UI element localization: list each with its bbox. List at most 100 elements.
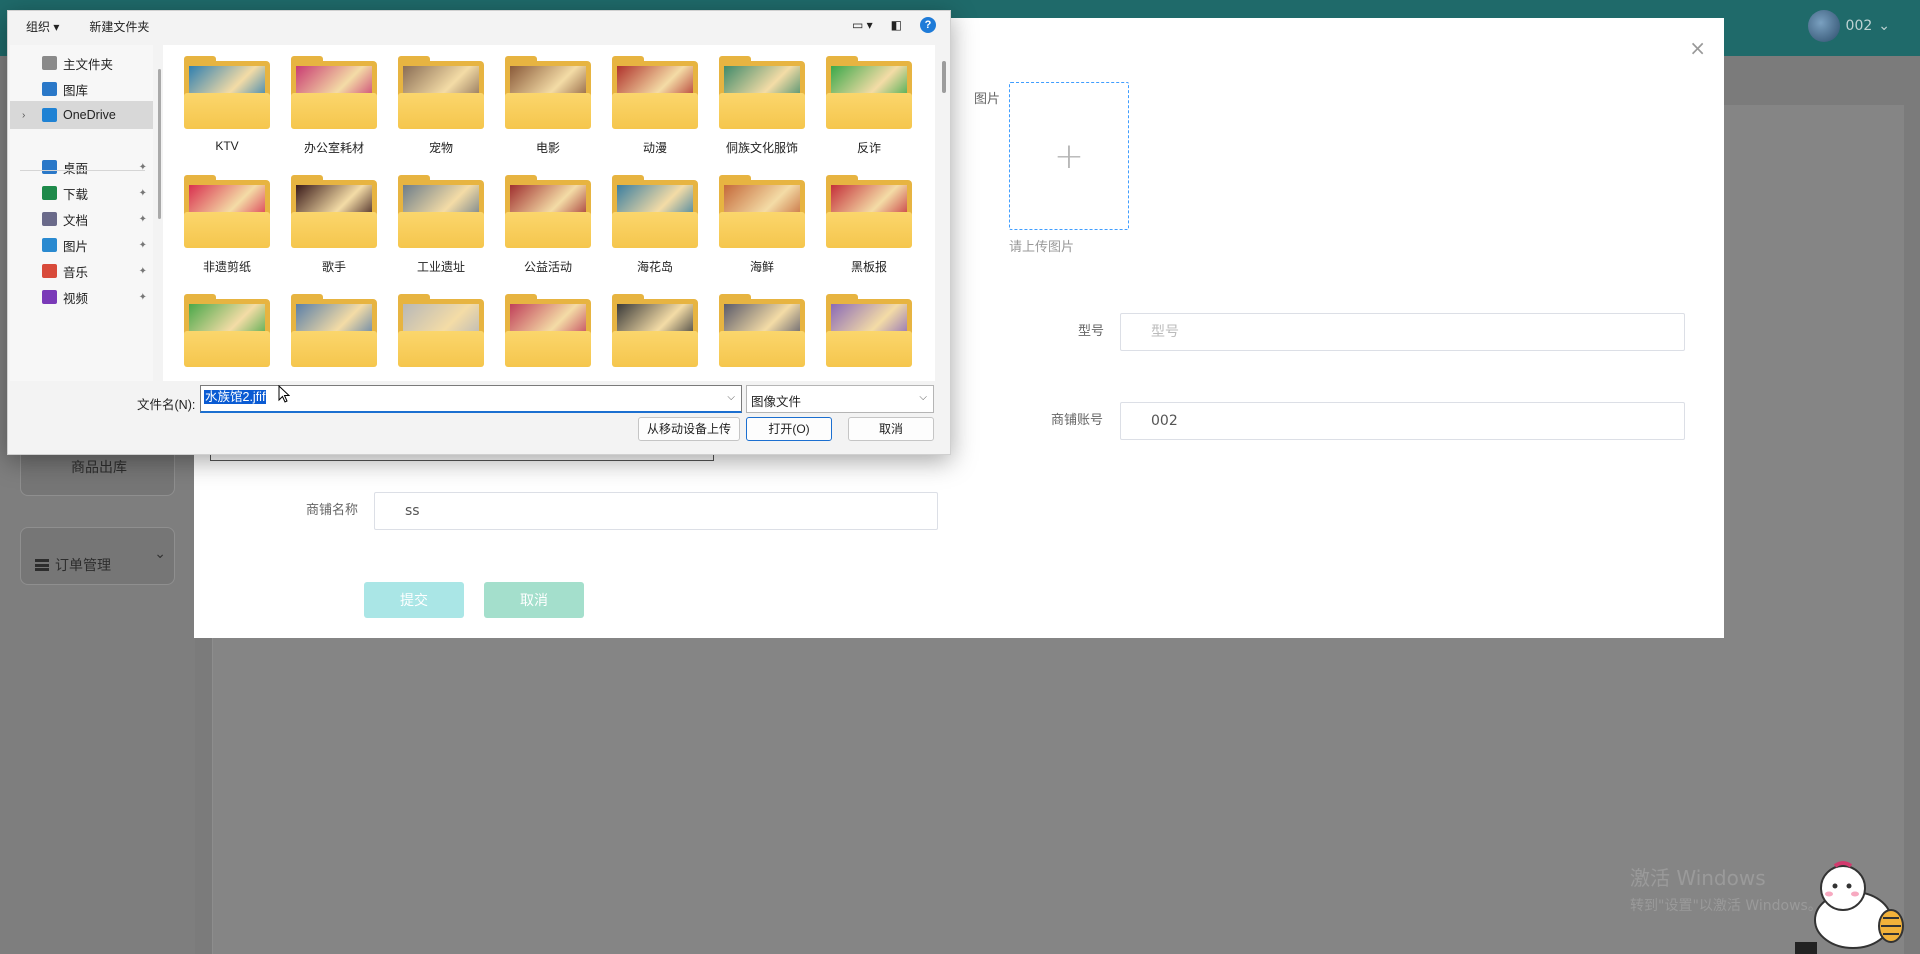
folder-icon <box>291 294 377 369</box>
close-icon[interactable]: × <box>1689 36 1706 60</box>
plus-icon: + <box>1053 135 1085 177</box>
folder-name: 歌手 <box>321 260 346 274</box>
folder-item[interactable]: 电影 <box>491 45 591 157</box>
nav-item-video[interactable]: 视频 ✦ <box>10 283 153 311</box>
folder-icon <box>505 175 591 250</box>
folder-icon <box>719 175 805 250</box>
chevron-right-icon[interactable]: › <box>22 110 25 121</box>
help-icon[interactable]: ? <box>920 17 936 33</box>
new-folder-button[interactable]: 新建文件夹 <box>89 18 149 35</box>
folder-item[interactable]: 黑板报 <box>812 164 912 276</box>
shop-account-label: 商铺账号 <box>1051 413 1104 428</box>
folder-icon <box>184 56 270 131</box>
pin-icon: ✦ <box>138 265 147 277</box>
folder-item[interactable] <box>812 283 912 381</box>
folder-item[interactable]: 歌手 <box>277 164 377 276</box>
folder-item[interactable]: 侗族文化服饰 <box>705 45 805 157</box>
folder-icon <box>826 294 912 369</box>
folder-item[interactable]: 海鲜 <box>705 164 805 276</box>
gallery-icon <box>42 82 57 96</box>
folder-name: 海鲜 <box>749 260 774 274</box>
nav-item-cloud[interactable]: › OneDrive <box>10 101 153 129</box>
open-button[interactable]: 打开(O) <box>746 417 832 441</box>
nav-item-label: 音乐 <box>63 265 89 280</box>
folder-item[interactable] <box>705 283 805 381</box>
folder-icon <box>398 175 484 250</box>
filetype-value: 图像文件 <box>751 395 802 409</box>
user-menu[interactable]: 002 ⌄ <box>1807 10 1890 42</box>
folder-item[interactable]: 公益活动 <box>491 164 591 276</box>
nav-item-label: 主文件夹 <box>63 57 114 72</box>
menu-item-orders[interactable]: 订单管理 ⌄ <box>20 527 175 585</box>
nav-item-label: 桌面 <box>63 161 89 176</box>
pin-icon: ✦ <box>138 213 147 225</box>
file-list: KTV 办公室耗材 宠物 电影 动漫 侗族文化服饰 反诈非遗剪纸 歌手 工业遗址 公益活动 海花岛 海… <box>163 45 935 381</box>
pin-icon: ✦ <box>138 239 147 251</box>
folder-icon <box>291 175 377 250</box>
folder-icon <box>505 294 591 369</box>
folder-item[interactable]: 海花岛 <box>598 164 698 276</box>
folder-icon <box>612 294 698 369</box>
view-icon[interactable]: ▭ ▾ <box>852 18 873 32</box>
nav-item-download[interactable]: 下载 ✦ <box>10 179 153 207</box>
shop-account-input[interactable]: 002 <box>1120 402 1685 440</box>
mascot-sticker-icon <box>1795 861 1904 954</box>
folder-item[interactable]: KTV <box>170 45 270 157</box>
nav-scrollbar[interactable] <box>158 69 161 219</box>
nav-item-label: 视频 <box>63 291 89 306</box>
cancel-button[interactable]: 取消 <box>484 582 584 618</box>
image-upload[interactable]: + <box>1009 82 1129 230</box>
upload-hint: 请上传图片 <box>1009 240 1075 255</box>
nav-item-home[interactable]: 主文件夹 <box>10 49 153 77</box>
nav-item-pictures[interactable]: 图片 ✦ <box>10 231 153 259</box>
folder-item[interactable] <box>384 283 484 381</box>
folder-name: 动漫 <box>642 141 667 155</box>
dialog-toolbar: 组织 ▾ 新建文件夹 ▭ ▾ ◧ ? <box>8 11 950 41</box>
folder-item[interactable] <box>491 283 591 381</box>
submit-button[interactable]: 提交 <box>364 582 464 618</box>
nav-item-music[interactable]: 音乐 ✦ <box>10 257 153 285</box>
folder-item[interactable] <box>598 283 698 381</box>
image-label: 图片 <box>974 92 1001 107</box>
nav-item-label: 下载 <box>63 187 89 202</box>
folder-name: 海花岛 <box>636 260 673 274</box>
video-icon <box>42 290 57 304</box>
avatar <box>1807 10 1840 42</box>
watermark-subtitle: 转到"设置"以激活 Windows。 <box>1630 898 1822 914</box>
navigation-pane: 主文件夹 图库 › OneDrive 桌面 ✦ 下载 ✦ 文档 ✦ 图片 ✦ 音乐 ✦ 视频 ✦ <box>10 45 153 381</box>
shop-name-input[interactable]: ss <box>374 492 938 530</box>
filename-label: 文件名(N): <box>137 398 196 412</box>
folder-name: 办公室耗材 <box>303 141 364 155</box>
folder-item[interactable] <box>170 283 270 381</box>
folder-item[interactable]: 宠物 <box>384 45 484 157</box>
folder-icon <box>719 56 805 131</box>
nav-item-label: OneDrive <box>63 108 116 122</box>
mobile-upload-button[interactable]: 从移动设备上传 <box>638 417 740 441</box>
folder-icon <box>612 56 698 131</box>
chevron-down-icon: ⌄ <box>154 546 166 562</box>
folder-item[interactable]: 反诈 <box>812 45 912 157</box>
folder-name: 黑板报 <box>850 260 887 274</box>
organize-button[interactable]: 组织 ▾ <box>26 18 59 35</box>
folder-item[interactable]: 动漫 <box>598 45 698 157</box>
music-icon <box>42 264 57 278</box>
dialog-cancel-button[interactable]: 取消 <box>848 417 934 441</box>
folder-item[interactable]: 非遗剪纸 <box>170 164 270 276</box>
preview-pane-icon[interactable]: ◧ <box>891 18 902 32</box>
file-list-scrollbar[interactable] <box>942 61 946 93</box>
folder-item[interactable]: 工业遗址 <box>384 164 484 276</box>
nav-item-document[interactable]: 文档 ✦ <box>10 205 153 233</box>
chevron-down-icon[interactable]: ⌵ <box>727 392 735 403</box>
model-input[interactable] <box>1120 313 1685 351</box>
folder-name: KTV <box>215 139 239 153</box>
document-icon <box>42 212 57 226</box>
nav-item-desktop[interactable]: 桌面 ✦ <box>10 153 153 181</box>
folder-icon <box>398 294 484 369</box>
chevron-down-icon: ⌄ <box>1878 18 1890 34</box>
file-open-dialog: 组织 ▾ 新建文件夹 ▭ ▾ ◧ ? 主文件夹 图库 › OneDrive 桌面 ✦ 下载 ✦… <box>7 10 951 455</box>
folder-item[interactable]: 办公室耗材 <box>277 45 377 157</box>
filetype-select[interactable]: 图像文件 ⌵ <box>746 385 934 413</box>
nav-item-gallery[interactable]: 图库 <box>10 75 153 103</box>
folder-item[interactable] <box>277 283 377 381</box>
download-icon <box>42 186 57 200</box>
